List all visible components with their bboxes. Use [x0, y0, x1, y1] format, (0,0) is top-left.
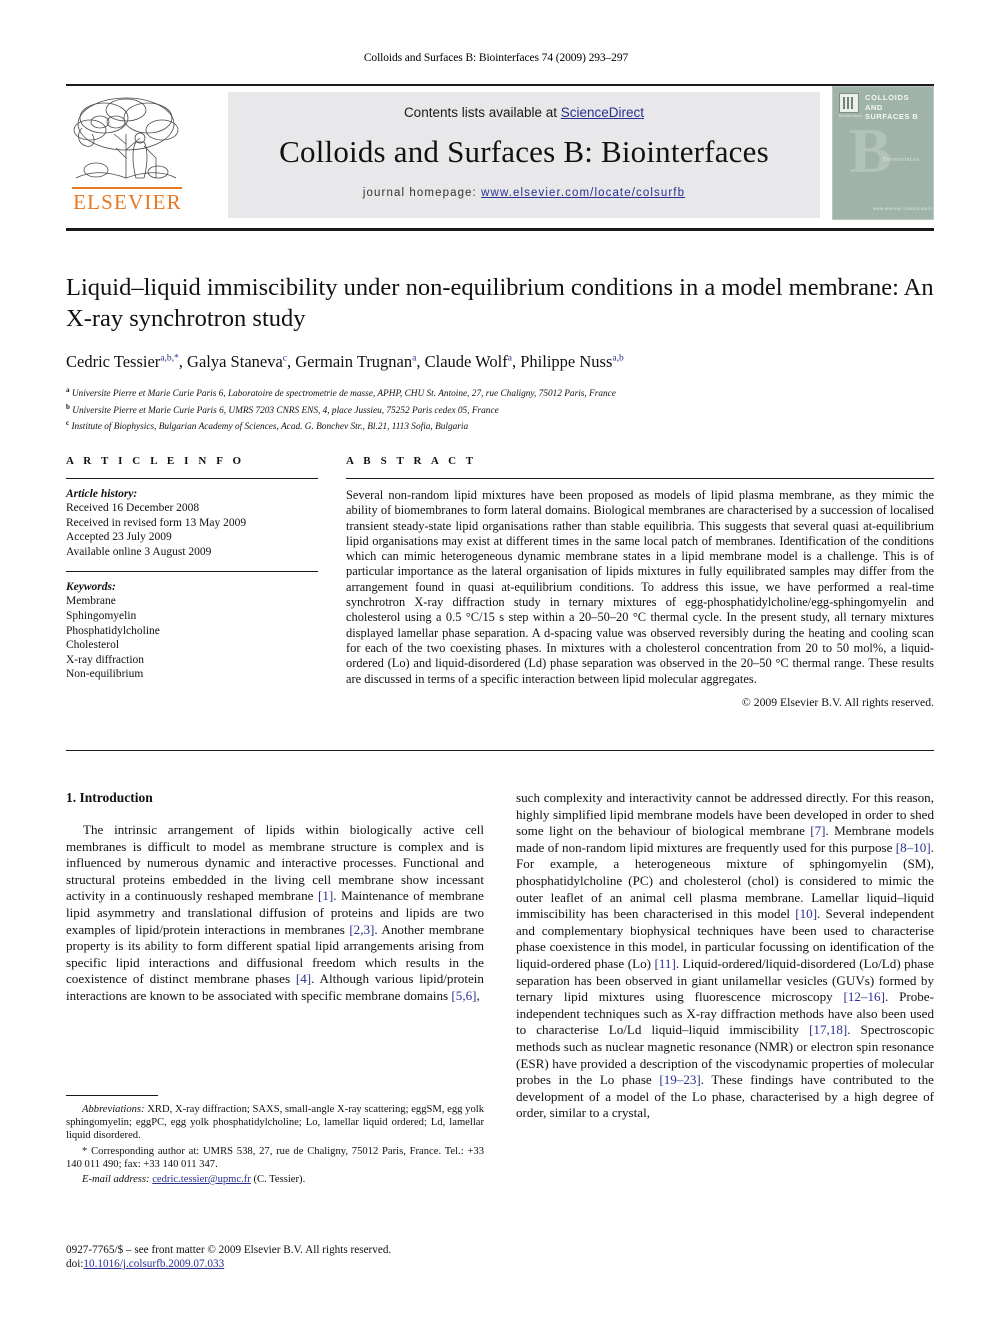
journal-homepage-line: journal homepage: www.elsevier.com/locat…	[228, 187, 820, 199]
article-history-online: Available online 3 August 2009	[66, 545, 212, 558]
issn-front-matter-line: 0927-7765/$ – see front matter © 2009 El…	[66, 1244, 392, 1256]
body-column-left: 1. Introduction The intrinsic arrangemen…	[66, 790, 484, 1005]
intro-paragraph-right: such complexity and interactivity cannot…	[516, 790, 934, 1121]
contents-prefix: Contents lists available at	[403, 105, 561, 120]
sciencedirect-link[interactable]: ScienceDirect	[561, 105, 644, 120]
journal-homepage-link[interactable]: www.elsevier.com/locate/colsurfb	[481, 187, 685, 199]
imprint-block: 0927-7765/$ – see front matter © 2009 El…	[66, 1243, 484, 1272]
abstract-column: A B S T R A C T Several non-random lipid…	[346, 455, 934, 709]
footnotes-block: Abbreviations: XRD, X-ray diffraction; S…	[66, 1095, 484, 1188]
affiliation-list: a Universite Pierre et Marie Curie Paris…	[66, 384, 934, 434]
doi-label: doi:	[66, 1258, 84, 1271]
journal-masthead: ELSEVIER Contents lists available at Sci…	[66, 84, 934, 226]
article-history-received: Received 16 December 2008	[66, 502, 200, 514]
abstract-copyright: © 2009 Elsevier B.V. All rights reserved…	[741, 695, 934, 709]
affiliation-marker-a: a	[66, 386, 70, 394]
abstract-bottom-rule	[66, 750, 934, 751]
abstract-rule	[346, 478, 934, 479]
footnote-email: E-mail address: cedric.tessier@upmc.fr (…	[66, 1173, 484, 1186]
keyword-item: Membrane	[66, 595, 116, 608]
article-info-column: A R T I C L E I N F O Article history: R…	[66, 455, 318, 682]
section-heading-introduction: 1. Introduction	[66, 790, 153, 805]
cover-title-line1: COLLOIDS	[865, 93, 910, 102]
article-info-rule	[66, 478, 318, 479]
page-title: Liquid–liquid immiscibility under non-eq…	[66, 274, 934, 332]
keywords-label: Keywords:	[66, 581, 116, 594]
journal-title: Colloids and Surfaces B: Biointerfaces	[279, 134, 769, 169]
elsevier-tree-icon	[70, 94, 182, 190]
paper-page: Colloids and Surfaces B: Biointerfaces 7…	[0, 0, 992, 1323]
elsevier-logo-rule	[72, 187, 182, 189]
doi-link[interactable]: 10.1016/j.colsurfb.2009.07.033	[83, 1258, 224, 1270]
corresponding-author-text: Corresponding author at: UMRS 538, 27, r…	[66, 1145, 484, 1170]
affiliation-c: c Institute of Biophysics, Bulgarian Aca…	[66, 417, 934, 434]
email-label: E-mail address:	[82, 1174, 150, 1186]
keywords-block: Keywords: Membrane Sphingomyelin Phospha…	[66, 571, 318, 682]
abstract-heading: A B S T R A C T	[346, 455, 477, 467]
keywords-rule	[66, 571, 318, 573]
title-block: Liquid–liquid immiscibility under non-eq…	[66, 272, 934, 434]
abbreviations-label: Abbreviations:	[82, 1104, 145, 1115]
cover-footer-url: www.elsevier.com/locate/colsurfb	[873, 206, 934, 211]
affiliation-text-a: Universite Pierre et Marie Curie Paris 6…	[71, 389, 616, 400]
affiliation-a: a Universite Pierre et Marie Curie Paris…	[66, 384, 934, 401]
cover-big-letter: B	[849, 115, 892, 186]
footnote-abbreviations: Abbreviations: XRD, X-ray diffraction; S…	[66, 1103, 484, 1143]
keyword-item: Cholesterol	[66, 639, 120, 652]
doi-line: doi:10.1016/j.colsurfb.2009.07.033	[66, 1257, 484, 1271]
cover-mid-text: Biointerfaces	[883, 157, 920, 163]
footnote-corresponding-author: * Corresponding author at: UMRS 538, 27,…	[66, 1145, 484, 1171]
cover-elsevier-icon	[839, 93, 859, 113]
affiliation-text-c: Institute of Biophysics, Bulgarian Acade…	[71, 422, 469, 433]
email-link[interactable]: cedric.tessier@upmc.fr	[152, 1174, 251, 1185]
article-history-label: Article history:	[66, 488, 138, 500]
author-list: Cedric Tessiera,b,*, Galya Stanevac, Ger…	[66, 352, 624, 371]
abstract-text: Several non-random lipid mixtures have b…	[346, 488, 934, 686]
email-suffix: (C. Tessier).	[253, 1174, 306, 1186]
journal-homepage-label: journal homepage:	[362, 187, 477, 199]
journal-band: Contents lists available at ScienceDirec…	[228, 92, 820, 218]
affiliation-marker-b: b	[66, 402, 70, 411]
elsevier-logo: ELSEVIER	[70, 94, 185, 218]
keyword-item: Phosphatidylcholine	[66, 624, 160, 637]
footnote-separator-rule	[66, 1095, 158, 1096]
affiliation-b: b Universite Pierre et Marie Curie Paris…	[66, 401, 934, 418]
body-column-right: such complexity and interactivity cannot…	[516, 790, 934, 1122]
keyword-item: Non-equilibrium	[66, 668, 144, 681]
corresponding-author-marker: *	[82, 1145, 88, 1157]
affiliation-marker-c: c	[66, 419, 70, 428]
running-head: Colloids and Surfaces B: Biointerfaces 7…	[363, 52, 629, 64]
elsevier-wordmark: ELSEVIER	[73, 190, 182, 214]
affiliation-text-b: Universite Pierre et Marie Curie Paris 6…	[72, 405, 499, 416]
article-info-heading: A R T I C L E I N F O	[66, 455, 245, 467]
journal-cover-thumbnail: COLLOIDS AND SURFACES B Biointerfaces B …	[832, 86, 934, 220]
intro-paragraph-left: The intrinsic arrangement of lipids with…	[66, 822, 484, 1003]
contents-available-line: Contents lists available at ScienceDirec…	[228, 105, 820, 120]
article-history-accepted: Accepted 23 July 2009	[66, 531, 172, 544]
keyword-item: Sphingomyelin	[66, 609, 137, 622]
masthead-bottom-rule	[66, 228, 934, 231]
keyword-item: X-ray diffraction	[66, 653, 145, 666]
article-history-revised: Received in revised form 13 May 2009	[66, 516, 247, 529]
